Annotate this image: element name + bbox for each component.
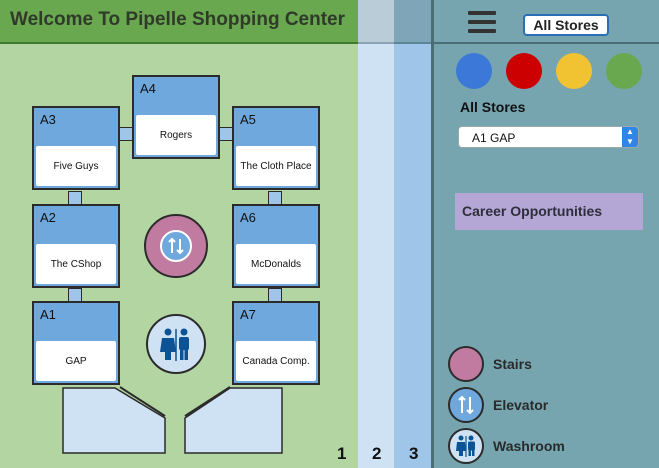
walkway (268, 288, 282, 302)
green-filter-button[interactable] (606, 53, 642, 89)
red-filter-button[interactable] (506, 53, 542, 89)
store-name: Rogers (136, 115, 216, 155)
entrance-shapes (62, 386, 283, 454)
store-code: A6 (240, 210, 256, 225)
store-a4[interactable]: A4 Rogers (132, 75, 220, 159)
store-a5[interactable]: A5 The Cloth Place (232, 106, 320, 190)
floor-2-header (358, 0, 394, 44)
all-stores-button[interactable]: All Stores (523, 14, 609, 36)
legend-stairs-label: Stairs (493, 356, 532, 372)
store-a6[interactable]: A6 McDonalds (232, 204, 320, 288)
select-arrows-icon: ▲ ▼ (622, 127, 638, 147)
store-name: The CShop (36, 244, 116, 284)
stores-label: All Stores (460, 99, 526, 115)
up-down-arrows-icon (160, 230, 192, 262)
store-name: McDonalds (236, 244, 316, 284)
blue-filter-button[interactable] (456, 53, 492, 89)
floor-2-strip[interactable] (358, 0, 394, 468)
washroom-marker[interactable] (146, 314, 206, 374)
header-bar: Welcome To Pipelle Shopping Center (0, 0, 358, 44)
page-title: Welcome To Pipelle Shopping Center (10, 9, 346, 30)
career-opportunities-button[interactable]: Career Opportunities (455, 193, 643, 230)
floor-3-strip[interactable] (394, 0, 431, 468)
elevator-stairs-marker[interactable] (144, 214, 208, 278)
legend-washroom-label: Washroom (493, 438, 565, 454)
store-code: A2 (40, 210, 56, 225)
hamburger-menu-icon[interactable] (468, 11, 496, 33)
store-name: The Cloth Place (236, 146, 316, 186)
yellow-filter-button[interactable] (556, 53, 592, 89)
store-name: Five Guys (36, 146, 116, 186)
store-a3[interactable]: A3 Five Guys (32, 106, 120, 190)
store-code: A7 (240, 307, 256, 322)
store-select[interactable]: A1 GAP ▲ ▼ (458, 126, 639, 148)
store-a2[interactable]: A2 The CShop (32, 204, 120, 288)
walkway (68, 191, 82, 205)
stairs-icon (448, 346, 484, 382)
floor-3-button[interactable]: 3 (409, 444, 418, 464)
floor-3-header (394, 0, 431, 44)
floor-2-button[interactable]: 2 (372, 444, 381, 464)
washroom-icon (160, 328, 189, 361)
walkway (268, 191, 282, 205)
elevator-icon (448, 387, 484, 423)
walkway (68, 288, 82, 302)
store-select-value: A1 GAP (472, 131, 516, 145)
store-code: A1 (40, 307, 56, 322)
panel-header: All Stores (434, 0, 659, 44)
washroom-icon (448, 428, 484, 464)
legend-elevator-label: Elevator (493, 397, 549, 413)
store-code: A3 (40, 112, 56, 127)
store-code: A5 (240, 112, 256, 127)
side-panel: All Stores All Stores A1 GAP ▲ ▼ Career O… (431, 0, 659, 468)
store-code: A4 (140, 81, 156, 96)
